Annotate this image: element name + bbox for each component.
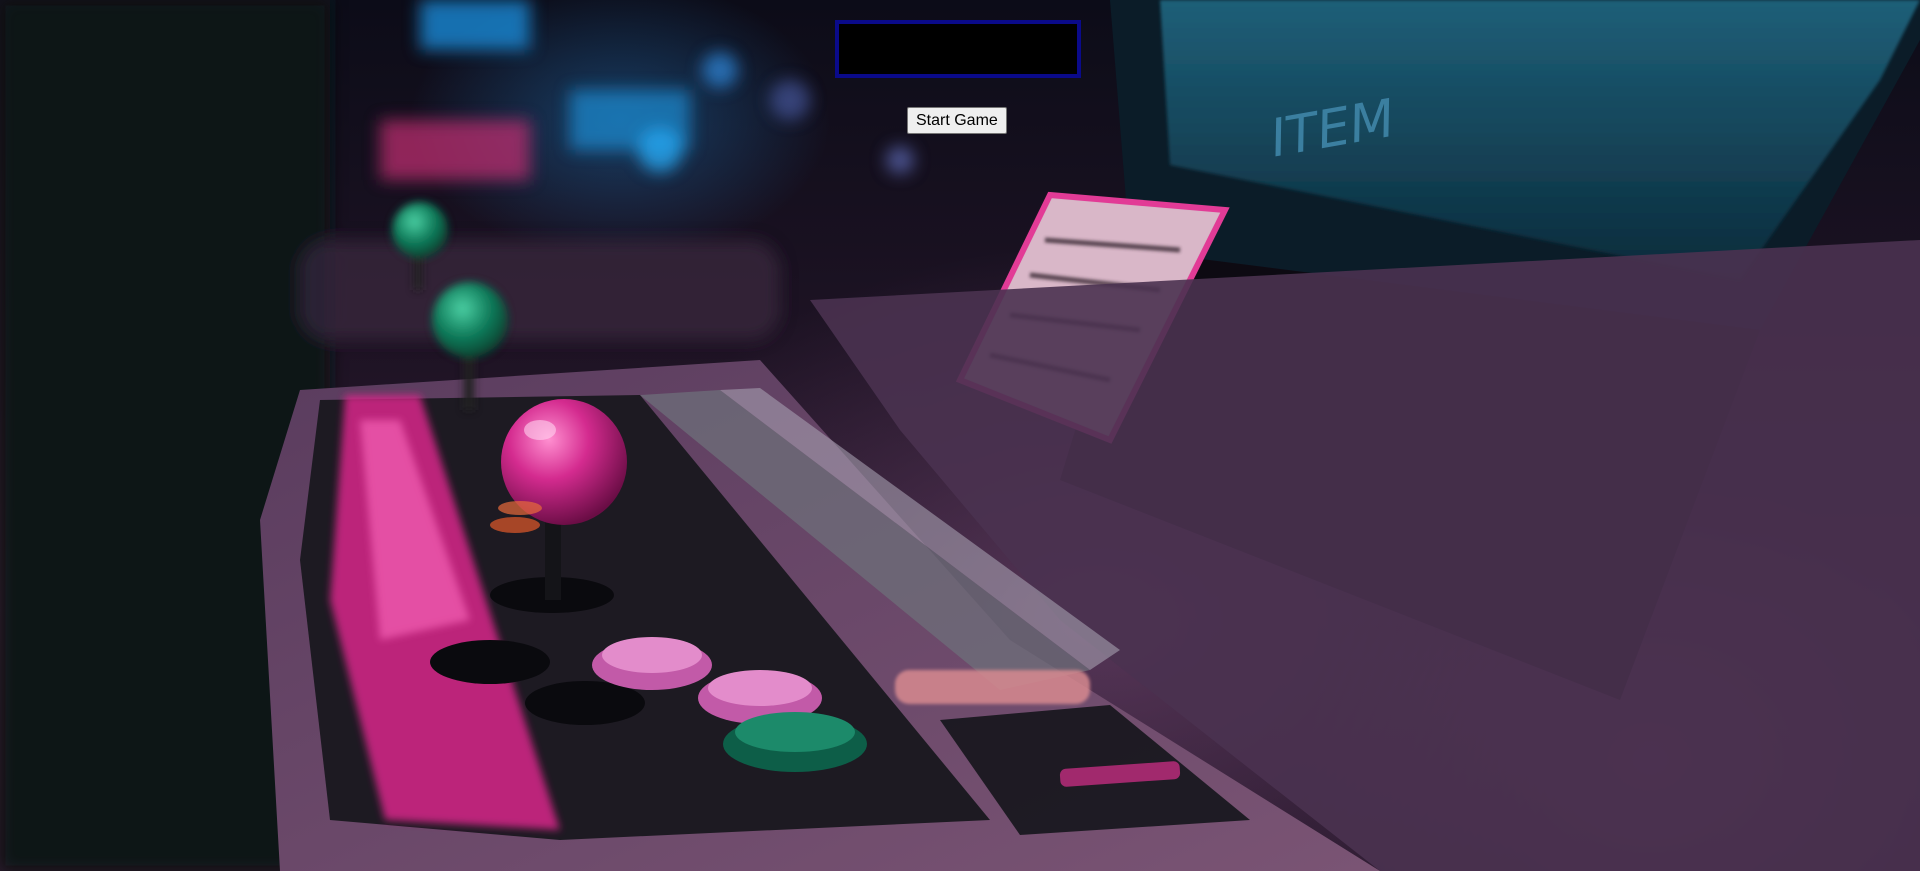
game-canvas[interactable] [835,20,1081,78]
start-game-button[interactable]: Start Game [907,107,1007,134]
arcade-background: ITEM Start Game [0,0,1920,871]
